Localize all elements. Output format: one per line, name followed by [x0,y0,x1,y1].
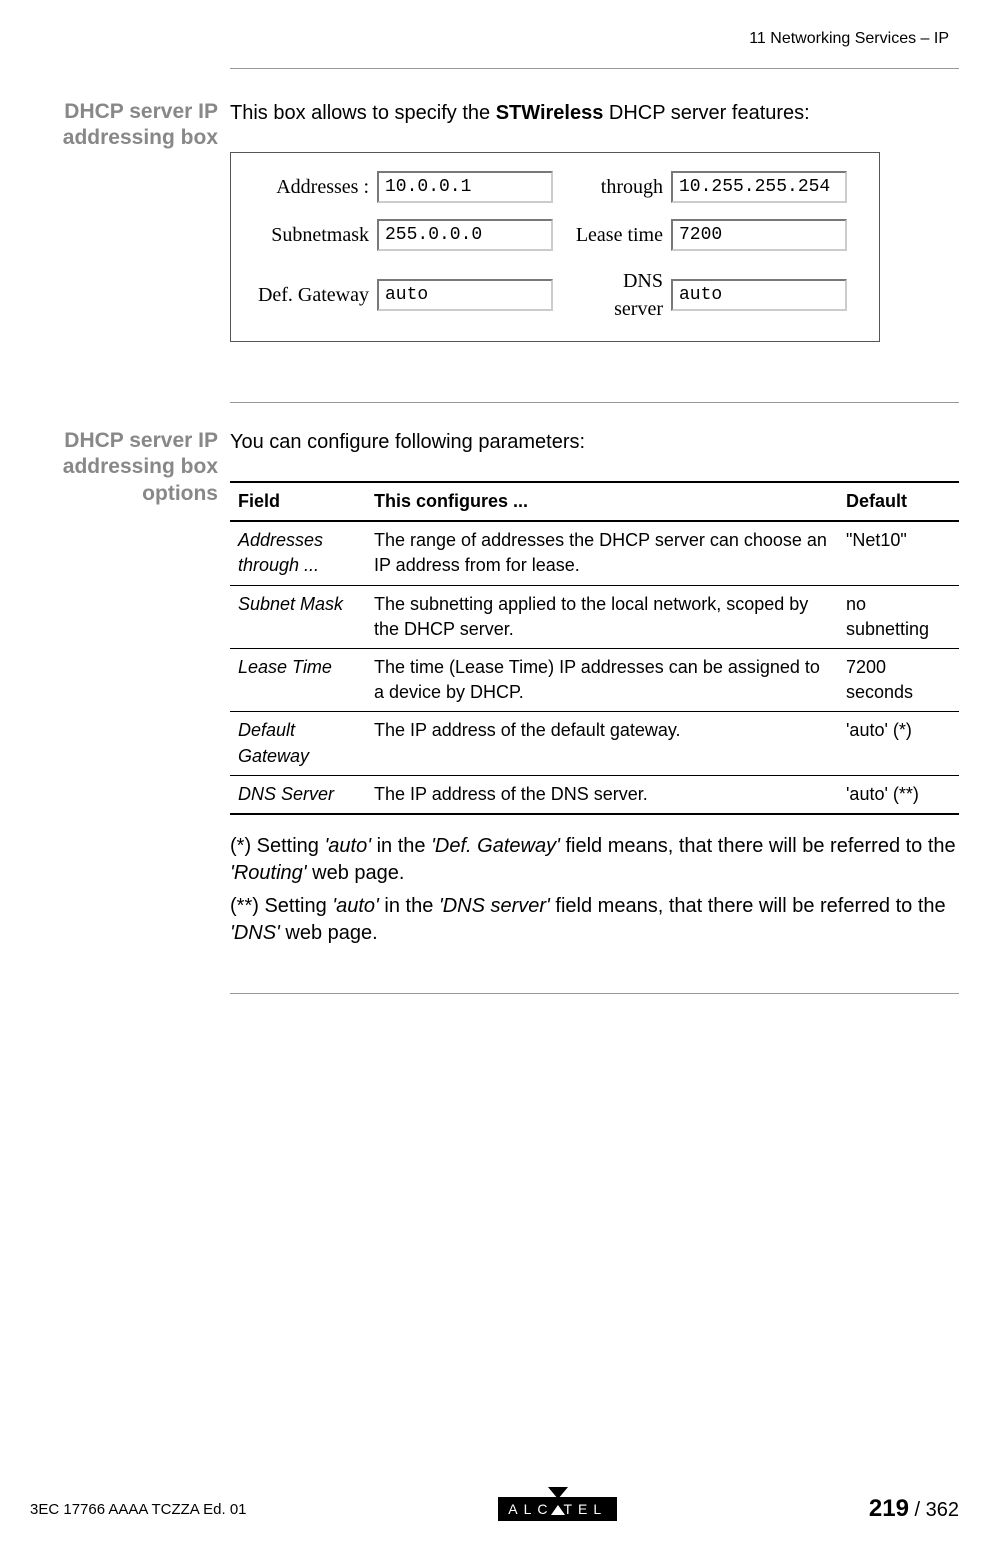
addresses-label: Addresses : [251,173,369,201]
side-label2-line2: addressing box options [63,455,218,504]
side-label-line1: DHCP server IP [64,100,218,123]
th-desc: This configures ... [366,482,838,521]
gateway-label: Def. Gateway [251,281,369,309]
page-header: 11 Networking Services – IP [30,30,959,48]
page-footer: 3EC 17766 AAAA TCZZA Ed. 01 ALC TEL 219 /… [30,1495,959,1523]
th-field: Field [230,482,366,521]
gateway-input[interactable]: auto [377,279,553,311]
through-label: through [573,173,663,201]
divider [230,68,959,69]
page-current: 219 [869,1495,909,1522]
footnote-1: (*) Setting 'auto' in the 'Def. Gateway'… [230,833,959,887]
table-row: Default Gateway The IP address of the de… [230,712,959,775]
cell-default: 7200 seconds [838,648,959,711]
cell-field: Default Gateway [230,712,366,775]
cell-desc: The range of addresses the DHCP server c… [366,521,838,585]
cell-desc: The time (Lease Time) IP addresses can b… [366,648,838,711]
leasetime-input[interactable]: 7200 [671,219,847,251]
section1-intro: This box allows to specify the STWireles… [230,99,959,127]
cell-default: "Net10" [838,521,959,585]
cell-default: 'auto' (**) [838,775,959,814]
page-number: 219 / 362 [869,1495,959,1523]
cell-field: Lease Time [230,648,366,711]
logo-post: TEL [563,1501,607,1517]
cell-desc: The IP address of the DNS server. [366,775,838,814]
dhcp-form-box: Addresses : 10.0.0.1 through 10.255.255.… [230,152,880,342]
leasetime-label: Lease time [573,221,663,249]
cell-default: no subnetting [838,585,959,648]
cell-field: Addresses through ... [230,521,366,585]
intro-bold: STWireless [496,102,604,124]
addresses-input[interactable]: 10.0.0.1 [377,171,553,203]
footer-doc-code: 3EC 17766 AAAA TCZZA Ed. 01 [30,1501,247,1518]
table-row: Subnet Mask The subnetting applied to th… [230,585,959,648]
table-row: DNS Server The IP address of the DNS ser… [230,775,959,814]
table-row: Lease Time The time (Lease Time) IP addr… [230,648,959,711]
side-label2-line1: DHCP server IP [64,429,218,452]
divider [230,993,959,994]
subnetmask-label: Subnetmask [251,221,369,249]
section2-intro: You can configure following parameters: [230,428,959,456]
alcatel-logo: ALC TEL [498,1497,617,1521]
options-table: Field This configures ... Default Addres… [230,481,959,815]
cell-desc: The subnetting applied to the local netw… [366,585,838,648]
table-row: Addresses through ... The range of addre… [230,521,959,585]
page-total: / 362 [909,1499,959,1521]
cell-field: DNS Server [230,775,366,814]
cell-desc: The IP address of the default gateway. [366,712,838,775]
th-default: Default [838,482,959,521]
cell-default: 'auto' (*) [838,712,959,775]
through-input[interactable]: 10.255.255.254 [671,171,847,203]
subnetmask-input[interactable]: 255.0.0.0 [377,219,553,251]
logo-pre: ALC [508,1501,553,1517]
dnsserver-label: DNS server [573,267,663,323]
footnote-2: (**) Setting 'auto' in the 'DNS server' … [230,893,959,947]
side-label-line2: addressing box [63,126,218,149]
section-title-1: DHCP server IP addressing box [30,99,230,362]
section-title-2: DHCP server IP addressing box options [15,428,230,953]
intro-prefix: This box allows to specify the [230,102,496,124]
dnsserver-input[interactable]: auto [671,279,847,311]
triangle-down-icon [548,1487,568,1499]
divider [230,402,959,403]
cell-field: Subnet Mask [230,585,366,648]
intro-suffix: DHCP server features: [603,102,809,124]
